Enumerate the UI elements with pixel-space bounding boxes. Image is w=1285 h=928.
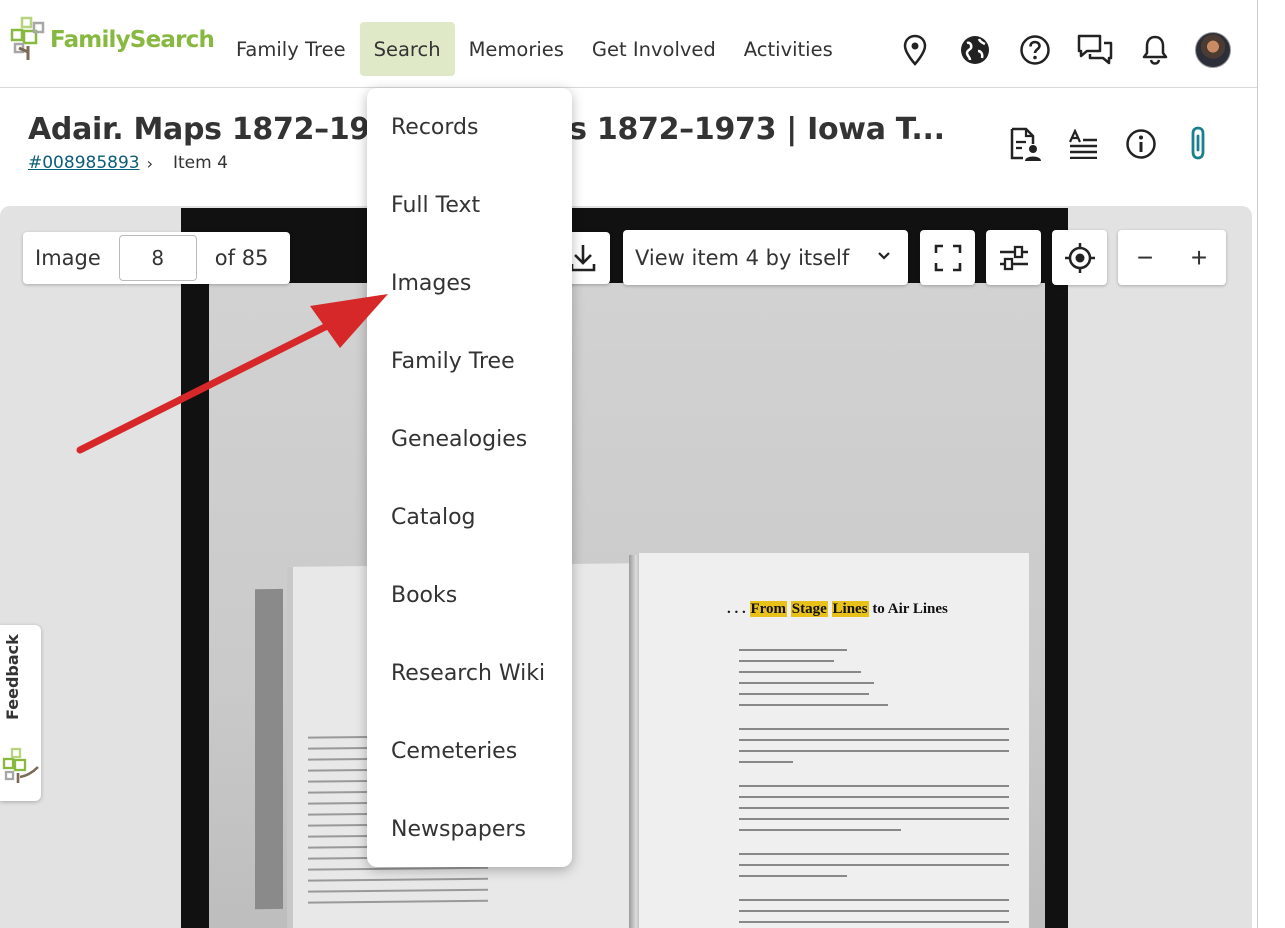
right-page-text (739, 649, 1009, 928)
menu-item-catalog[interactable]: Catalog (391, 505, 476, 530)
side-panel-edge (1257, 0, 1285, 928)
nav-memories[interactable]: Memories (455, 22, 578, 76)
right-page: . . . From Stage Lines to Air Lines (639, 553, 1029, 928)
tree-logo-icon (10, 16, 45, 60)
highlight-word-stage[interactable]: Stage (790, 601, 828, 617)
sliders-icon (999, 245, 1028, 270)
highlight-word-from[interactable]: From (749, 601, 788, 617)
film-number-link[interactable]: #008985893 (28, 153, 140, 173)
attachment-icon[interactable] (1179, 124, 1219, 164)
breadcrumb-current-item: Item 4 (173, 153, 228, 173)
text-format-icon[interactable] (1063, 124, 1103, 164)
annotation-arrow-icon (76, 294, 388, 454)
nav-get-involved[interactable]: Get Involved (578, 22, 730, 76)
image-navigator: Image of 85 (23, 232, 290, 284)
messages-icon[interactable] (1075, 30, 1115, 70)
user-avatar[interactable] (1195, 32, 1231, 68)
search-dropdown-menu: Records Full Text Images Family Tree Gen… (367, 88, 572, 867)
top-header: FamilySearch Family Tree Search Memories… (0, 0, 1257, 88)
menu-item-cemeteries[interactable]: Cemeteries (391, 739, 517, 764)
record-toolbar (1005, 124, 1237, 164)
page-title: Adair. Maps 1872–1973 ps 1872–1973 | Iow… (28, 112, 945, 147)
chevron-down-icon (878, 252, 890, 260)
familysearch-logo[interactable]: FamilySearch (10, 14, 215, 60)
tree-logo-icon (2, 747, 39, 783)
page-headline: . . . From Stage Lines to Air Lines (727, 601, 948, 618)
info-icon[interactable] (1121, 124, 1161, 164)
image-total: of 85 (214, 246, 269, 270)
header-icon-bar (895, 30, 1231, 70)
zoom-in-button[interactable]: + (1172, 230, 1226, 285)
location-pin-icon[interactable] (895, 30, 935, 70)
menu-item-family-tree[interactable]: Family Tree (391, 349, 515, 374)
record-details-icon[interactable] (1005, 124, 1045, 164)
highlight-word-lines[interactable]: Lines (831, 601, 869, 617)
globe-icon[interactable] (955, 30, 995, 70)
main-nav: Family Tree Search Memories Get Involved… (222, 22, 847, 76)
bell-icon[interactable] (1135, 30, 1175, 70)
nav-activities[interactable]: Activities (730, 22, 847, 76)
title-left: Adair. Maps 1872–1973 (28, 112, 412, 147)
brand-name: FamilySearch (50, 27, 215, 53)
view-item-select-value: View item 4 by itself (635, 245, 850, 270)
crosshair-icon (1064, 242, 1095, 273)
menu-item-genealogies[interactable]: Genealogies (391, 427, 527, 452)
headline-suffix: to Air Lines (868, 601, 948, 617)
menu-item-records[interactable]: Records (391, 115, 478, 140)
recenter-button[interactable] (1052, 230, 1107, 285)
image-number-input[interactable] (118, 235, 197, 281)
menu-item-full-text[interactable]: Full Text (391, 193, 480, 218)
menu-item-books[interactable]: Books (391, 583, 457, 608)
nav-family-tree[interactable]: Family Tree (222, 22, 360, 76)
menu-item-images[interactable]: Images (391, 271, 471, 296)
headline-prefix: . . . (727, 601, 750, 617)
feedback-label: Feedback (3, 634, 22, 720)
zoom-out-button[interactable]: − (1118, 230, 1172, 285)
nav-search[interactable]: Search (359, 22, 455, 76)
view-item-select[interactable]: View item 4 by itself (623, 230, 908, 285)
menu-item-newspapers[interactable]: Newspapers (391, 817, 526, 842)
image-label: Image (35, 246, 101, 270)
breadcrumb-separator: › (146, 153, 153, 173)
download-icon (570, 245, 595, 272)
page-shadow (255, 588, 283, 910)
image-adjust-button[interactable] (986, 230, 1041, 285)
feedback-tab[interactable]: Feedback (0, 625, 41, 801)
title-right: ps 1872–1973 | Iowa T... (548, 112, 945, 147)
zoom-controls: − + (1118, 230, 1226, 285)
fullscreen-button[interactable] (920, 230, 975, 285)
menu-item-research-wiki[interactable]: Research Wiki (391, 661, 545, 686)
help-icon[interactable] (1015, 30, 1055, 70)
fullscreen-icon (934, 244, 961, 271)
breadcrumb: #008985893 › Item 4 (28, 153, 228, 173)
